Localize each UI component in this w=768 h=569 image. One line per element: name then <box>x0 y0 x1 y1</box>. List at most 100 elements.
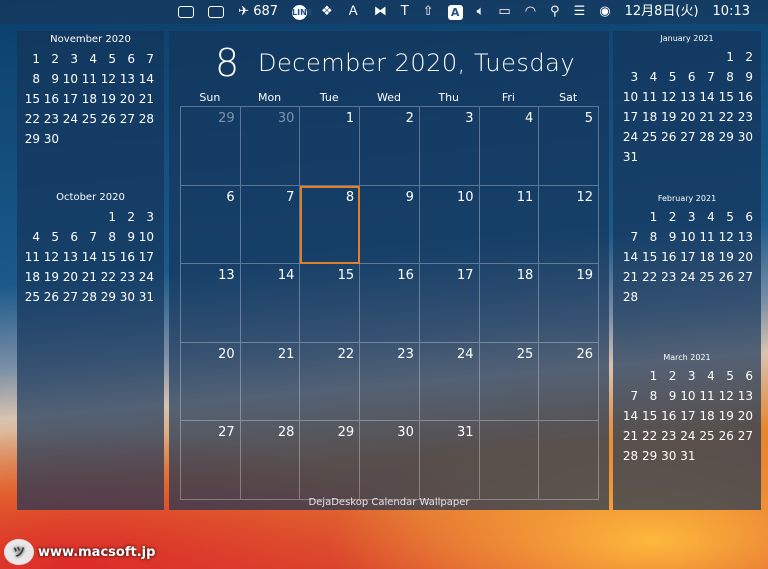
mini-day: 15 <box>642 409 658 423</box>
clock-time[interactable]: 10:13 <box>713 3 750 21</box>
mini-day: 27 <box>119 112 135 126</box>
mini-day: 25 <box>24 290 40 304</box>
mini-day: 29 <box>642 449 658 463</box>
mini-day: 14 <box>699 90 715 104</box>
day-cell: 12 <box>539 185 599 265</box>
mini-day: 5 <box>726 369 734 383</box>
mini-day: 14 <box>81 250 97 264</box>
mini-month-grid: 1 2 3 4 5 6 7 8 9 10 11 12 13 14 15 16 17 18 19 20 21 22 23 24 2… <box>621 209 755 305</box>
mini-day: 24 <box>680 270 696 284</box>
day-cell: 30 <box>360 421 420 500</box>
current-day-number: 8 <box>215 41 240 85</box>
input-method-icon[interactable]: A <box>447 4 463 20</box>
mini-day: 26 <box>100 112 116 126</box>
mini-day: 31 <box>680 449 696 463</box>
mini-day: 23 <box>119 270 135 284</box>
mini-day: 11 <box>24 250 40 264</box>
day-cell: 23 <box>360 342 420 422</box>
mini-day: 2 <box>668 210 677 224</box>
mini-day-empty <box>621 49 640 65</box>
mini-day: 28 <box>622 290 639 304</box>
mini-day: 27 <box>680 130 696 144</box>
mini-day-empty <box>61 209 80 225</box>
mini-day-empty <box>621 209 640 225</box>
mini-day: 18 <box>81 92 97 106</box>
mini-day: 3 <box>687 210 696 224</box>
mini-day: 21 <box>81 270 97 284</box>
mini-day: 13 <box>737 389 753 403</box>
app-a-icon[interactable]: Ａ <box>347 3 360 21</box>
display-icon[interactable] <box>178 6 195 18</box>
wallpaper-credit: DejaDeskop Calendar Wallpaper <box>308 497 470 508</box>
mini-day: 6 <box>70 230 78 244</box>
mini-day: 19 <box>661 110 677 124</box>
mini-day-empty <box>23 209 42 225</box>
day-cell: 7 <box>240 185 301 265</box>
mini-month-title: February 2021 <box>657 194 717 203</box>
mini-day: 16 <box>43 92 59 106</box>
flight-status[interactable]: ✈ 687 <box>238 3 278 21</box>
mini-day: 8 <box>32 72 40 86</box>
battery-icon[interactable]: ▭ <box>498 3 510 21</box>
mini-day: 5 <box>108 52 116 66</box>
control-center-icon[interactable]: ☰ <box>574 3 586 21</box>
mini-day: 23 <box>737 110 753 124</box>
weekday-label: Mon <box>257 91 282 104</box>
mini-day: 10 <box>138 230 154 244</box>
bowtie-icon[interactable]: ⧓ <box>374 3 387 21</box>
mini-day: 23 <box>661 270 677 284</box>
mini-day: 23 <box>661 429 677 443</box>
mini-day: 23 <box>43 112 59 126</box>
mini-day: 31 <box>622 150 639 164</box>
day-cell: 5 <box>539 107 599 186</box>
clock-date[interactable]: 12月8日(火) <box>625 3 699 21</box>
mini-day: 18 <box>699 250 715 264</box>
mini-month-february: February 2021 1 2 3 4 5 6 7 8 9 10 11 12 13 14 15 16 17 1… <box>613 191 761 305</box>
mini-day: 15 <box>718 90 734 104</box>
siri-icon[interactable]: ◉ <box>599 3 610 21</box>
mini-day: 13 <box>737 230 753 244</box>
mini-day: 28 <box>81 290 97 304</box>
mini-day: 15 <box>24 92 40 106</box>
mini-day: 6 <box>127 52 135 66</box>
upload-icon[interactable]: ⇧ <box>423 3 434 21</box>
text-tool-icon[interactable]: T <box>401 3 409 21</box>
mini-day: 8 <box>649 389 658 403</box>
mini-day: 27 <box>737 429 753 443</box>
mini-day: 10 <box>622 90 639 104</box>
mini-day: 20 <box>737 250 753 264</box>
volume-icon[interactable]: 🔈︎ <box>477 3 485 21</box>
mini-day: 18 <box>24 270 40 284</box>
mini-day: 14 <box>138 72 154 86</box>
mini-day: 13 <box>62 250 78 264</box>
mini-day: 19 <box>43 270 59 284</box>
mini-day: 3 <box>70 52 78 66</box>
day-cell: 20 <box>181 342 241 422</box>
mini-day: 27 <box>62 290 78 304</box>
mini-day: 6 <box>745 210 753 224</box>
mini-day-empty <box>698 49 717 65</box>
day-cell: 29 <box>300 421 361 500</box>
day-cell: 14 <box>240 264 301 343</box>
mini-day: 2 <box>127 210 135 224</box>
mini-day: 24 <box>138 270 154 284</box>
mini-day: 26 <box>43 290 59 304</box>
mini-day: 25 <box>81 112 97 126</box>
mini-day: 22 <box>100 270 116 284</box>
mini-day: 5 <box>668 70 677 84</box>
mini-day: 13 <box>119 72 135 86</box>
flight-count: 687 <box>253 4 279 19</box>
mini-day: 26 <box>718 270 734 284</box>
line-icon[interactable]: LINE <box>292 4 312 20</box>
mini-day: 18 <box>642 110 658 124</box>
search-icon[interactable]: ⚲ <box>550 3 560 21</box>
mini-day: 7 <box>630 230 639 244</box>
mini-day-empty <box>621 368 640 384</box>
mini-day: 3 <box>630 70 639 84</box>
dropbox-icon[interactable]: ❖ <box>321 3 333 21</box>
mini-day: 19 <box>718 409 734 423</box>
day-cell: 1 <box>300 107 361 186</box>
wifi-icon[interactable]: ◠ <box>525 3 536 21</box>
mini-month-grid: 1 2 3 4 5 6 7 8 9 10 11 12 13 14 15 16 17 18 19 20 21 22 23 24 2… <box>621 368 755 464</box>
window-icon[interactable] <box>208 6 225 18</box>
